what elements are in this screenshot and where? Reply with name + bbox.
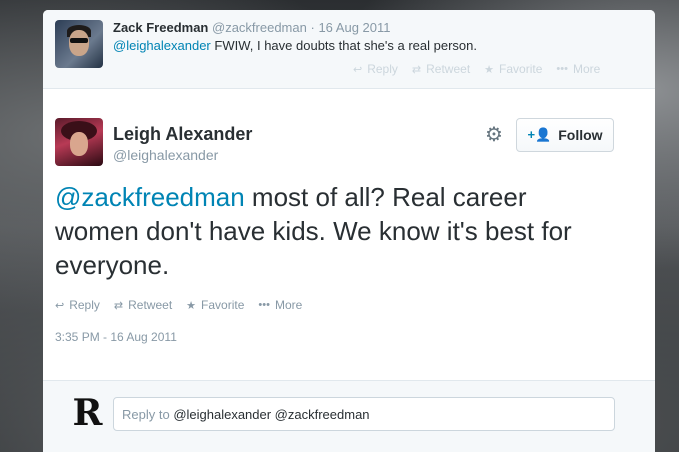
reply-label: Reply [69, 298, 100, 312]
ellipsis-icon: ••• [258, 299, 270, 311]
parent-more-label: More [572, 62, 601, 76]
avatar-glasses [70, 38, 88, 43]
gear-icon[interactable]: ⚙ [483, 124, 505, 146]
retweet-icon: ⇄ [113, 299, 124, 312]
tweet-timestamp[interactable]: 3:35 PM - 16 Aug 2011 [55, 330, 177, 344]
tweet-text: @zackfreedman most of all? Real career w… [55, 180, 615, 282]
parent-reply-button[interactable]: ↩ Reply [353, 62, 398, 76]
parent-header: Zack Freedman @zackfreedman · 16 Aug 201… [113, 20, 391, 35]
author-avatar[interactable] [55, 118, 103, 166]
parent-tweet[interactable]: Zack Freedman @zackfreedman · 16 Aug 201… [43, 10, 655, 89]
reply-arrow-icon: ↩ [353, 63, 363, 76]
follow-button[interactable]: +👤 Follow [516, 118, 614, 152]
parent-more-button[interactable]: ••• More [556, 62, 600, 76]
tweet-permalink-card: Zack Freedman @zackfreedman · 16 Aug 201… [43, 10, 655, 452]
parent-author-name[interactable]: Zack Freedman [113, 20, 208, 35]
parent-actions: ↩ Reply ⇄ Retweet ★ Favorite ••• More [353, 62, 600, 76]
parent-avatar[interactable] [55, 20, 103, 68]
mention-link[interactable]: @zackfreedman [55, 182, 245, 212]
star-icon: ★ [186, 299, 197, 312]
parent-favorite-label: Favorite [499, 62, 543, 76]
parent-reply-label: Reply [367, 62, 398, 76]
favorite-label: Favorite [201, 298, 245, 312]
favorite-button[interactable]: ★ Favorite [186, 298, 244, 312]
parent-tweet-text: @leighalexander FWIW, I have doubts that… [113, 38, 477, 53]
author-handle[interactable]: @leighalexander [113, 147, 218, 163]
retweet-button[interactable]: ⇄ Retweet [114, 298, 172, 312]
parent-mention-link[interactable]: @leighalexander [113, 38, 211, 53]
parent-favorite-button[interactable]: ★ Favorite [484, 62, 542, 76]
reply-placeholder-prefix: Reply to [122, 407, 174, 422]
parent-body-text: FWIW, I have doubts that she's a real pe… [210, 38, 477, 53]
ellipsis-icon: ••• [556, 63, 568, 75]
more-label: More [274, 298, 303, 312]
avatar-face [70, 132, 88, 156]
follow-label: Follow [558, 127, 603, 143]
retweet-label: Retweet [128, 298, 173, 312]
add-user-icon: +👤 [527, 127, 552, 142]
author-name[interactable]: Leigh Alexander [113, 124, 252, 145]
parent-retweet-label: Retweet [426, 62, 471, 76]
avatar-face [69, 30, 89, 56]
reply-placeholder-handles: @leighalexander @zackfreedman [173, 407, 370, 422]
reply-area: R Reply to @leighalexander @zackfreedman [43, 380, 655, 452]
retweet-icon: ⇄ [411, 63, 422, 76]
parent-retweet-button[interactable]: ⇄ Retweet [412, 62, 470, 76]
more-button[interactable]: ••• More [258, 298, 302, 312]
reply-arrow-icon: ↩ [55, 299, 65, 312]
user-avatar-logo: R [72, 392, 103, 434]
parent-separator: · [310, 20, 315, 35]
tweet-actions: ↩ Reply ⇄ Retweet ★ Favorite ••• More [55, 298, 302, 312]
parent-author-handle[interactable]: @zackfreedman [212, 20, 307, 35]
parent-date[interactable]: 16 Aug 2011 [318, 20, 390, 35]
reply-input[interactable]: Reply to @leighalexander @zackfreedman [113, 397, 615, 431]
star-icon: ★ [484, 63, 495, 76]
reply-button[interactable]: ↩ Reply [55, 298, 100, 312]
